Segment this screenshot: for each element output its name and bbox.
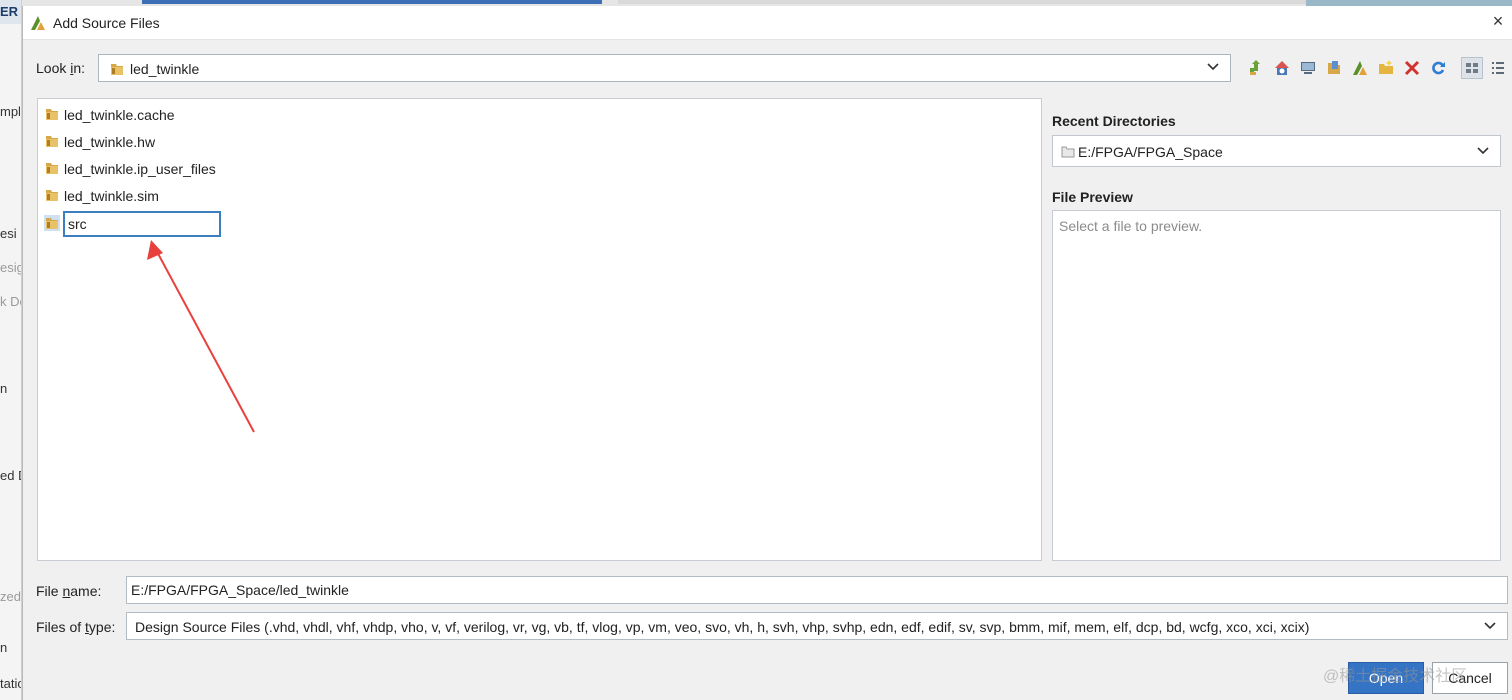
folder-icon	[44, 214, 60, 234]
list-item[interactable]: led_twinkle.hw	[44, 131, 155, 153]
recent-directories-value: E:/FPGA/FPGA_Space	[1078, 144, 1223, 160]
dialog-title: Add Source Files	[53, 15, 160, 31]
documents-icon[interactable]	[1323, 57, 1345, 79]
background-tab-inactive	[618, 0, 1318, 4]
list-view-icon[interactable]	[1461, 57, 1483, 79]
background-fragment: n	[0, 640, 8, 655]
dialog-titlebar: Add Source Files ×	[23, 6, 1512, 40]
folder-icon	[109, 61, 125, 80]
file-name-text: led_twinkle.sim	[64, 188, 159, 204]
details-view-icon[interactable]	[1487, 57, 1509, 79]
look-in-value: led_twinkle	[130, 61, 200, 77]
recent-directories-label: Recent Directories	[1052, 113, 1176, 129]
folder-icon	[44, 106, 60, 125]
chevron-down-icon	[1483, 618, 1497, 635]
list-item[interactable]: led_twinkle.ip_user_files	[44, 158, 216, 180]
look-in-combobox[interactable]: led_twinkle	[98, 54, 1231, 82]
background-fragment: ed D	[0, 468, 21, 483]
background-fragment: ER	[0, 0, 21, 24]
look-in-label: Look in:	[36, 60, 86, 76]
files-of-type-label: Files of type:	[36, 619, 116, 635]
cancel-button[interactable]: Cancel	[1432, 662, 1508, 694]
file-name-field[interactable]: E:/FPGA/FPGA_Space/led_twinkle	[126, 576, 1508, 604]
delete-icon[interactable]	[1401, 57, 1423, 79]
file-name-text: led_twinkle.hw	[64, 134, 156, 150]
background-fragment: zed	[0, 589, 21, 604]
home-icon[interactable]	[1271, 57, 1293, 79]
up-folder-icon[interactable]	[1245, 57, 1267, 79]
file-name-text: led_twinkle.cache	[64, 107, 175, 123]
list-item[interactable]: led_twinkle.sim	[44, 185, 159, 207]
rename-folder-input[interactable]	[63, 211, 221, 237]
background-fragment: esig	[0, 260, 22, 275]
folder-outline-icon	[1061, 145, 1075, 161]
chevron-down-icon	[1476, 143, 1490, 160]
vivado-project-icon[interactable]	[1349, 57, 1371, 79]
files-of-type-combobox[interactable]: Design Source Files (.vhd, vhdl, vhf, vh…	[126, 612, 1508, 640]
list-item-renaming[interactable]	[44, 210, 221, 238]
file-preview-placeholder: Select a file to preview.	[1059, 218, 1203, 234]
background-fragment: esi	[0, 226, 17, 241]
file-name-label: File name:	[36, 583, 102, 599]
file-chooser-toolbar	[1245, 56, 1509, 80]
new-folder-icon[interactable]	[1375, 57, 1397, 79]
desktop-icon[interactable]	[1297, 57, 1319, 79]
close-icon[interactable]: ×	[1488, 10, 1508, 32]
background-fragment: n	[0, 381, 8, 396]
file-list[interactable]: led_twinkle.cache led_twinkle.hw led_twi…	[37, 98, 1042, 561]
vivado-logo-icon	[29, 14, 47, 32]
background-fragment: mpla	[0, 104, 21, 119]
list-item[interactable]: led_twinkle.cache	[44, 104, 175, 126]
folder-icon	[44, 160, 60, 179]
folder-icon	[44, 133, 60, 152]
files-of-type-value: Design Source Files (.vhd, vhdl, vhf, vh…	[135, 619, 1310, 635]
background-fragment: tatio	[0, 676, 21, 691]
add-source-files-dialog: Add Source Files × Look in: led_twinkle	[22, 6, 1512, 700]
refresh-icon[interactable]	[1427, 57, 1449, 79]
chevron-down-icon	[1206, 59, 1220, 76]
background-app-panel: ER mpla esi esig k De n ed D zed n tatio	[0, 0, 22, 700]
file-preview-panel: Select a file to preview.	[1052, 210, 1501, 561]
background-tab-active	[142, 0, 602, 4]
recent-directories-combobox[interactable]: E:/FPGA/FPGA_Space	[1052, 135, 1501, 167]
background-fragment: k De	[0, 294, 21, 309]
file-preview-label: File Preview	[1052, 189, 1133, 205]
open-button[interactable]: Open	[1348, 662, 1424, 694]
file-name-text: led_twinkle.ip_user_files	[64, 161, 216, 177]
folder-icon	[44, 187, 60, 206]
